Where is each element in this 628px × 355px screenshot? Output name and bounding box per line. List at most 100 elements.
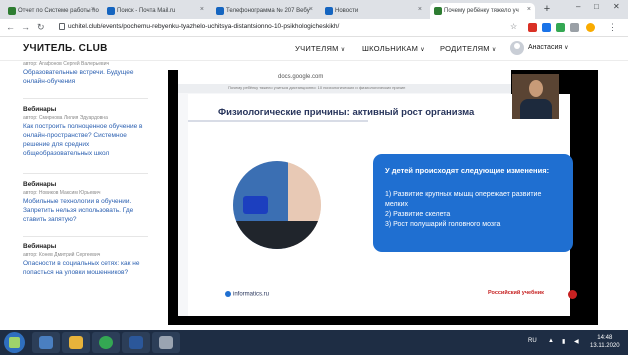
extension-icon[interactable] <box>570 23 579 32</box>
divider <box>23 236 148 237</box>
app-icon <box>159 336 173 349</box>
reload-icon[interactable]: ↻ <box>37 22 45 33</box>
new-tab-button[interactable]: + <box>541 3 553 15</box>
user-menu[interactable]: Анастасия ∨ <box>528 44 569 51</box>
list-item: Вебинары автор: Смирнова Лилия Эдуардовн… <box>23 106 153 158</box>
presentation-slide: Физиологические причины: активный рост о… <box>188 94 577 316</box>
tab-current[interactable]: Почему ребёнку тяжело уч × <box>430 3 535 19</box>
post-author: автор: Смирнова Лилия Эдуардовна <box>23 115 108 121</box>
info-box-list: 1) Развитие крупных мышц опережает разви… <box>385 190 565 230</box>
sheets-icon <box>8 7 16 15</box>
post-author: автор: Агафонов Сергей Валерьевич <box>23 61 110 67</box>
post-title-link[interactable]: Образовательные встречи. Будущее онлайн-… <box>23 68 153 86</box>
close-tab-icon[interactable]: × <box>91 6 95 13</box>
list-item: 1) Развитие крупных мышц опережает разви… <box>385 191 542 208</box>
logo-text: informatics.ru <box>233 291 270 298</box>
tab-label: Новости <box>335 8 359 14</box>
back-icon[interactable]: ← <box>6 22 15 32</box>
volume-icon[interactable]: ◀ <box>574 338 579 345</box>
extension-icon[interactable] <box>542 23 551 32</box>
mail-icon <box>216 7 224 15</box>
chevron-down-icon: ∨ <box>420 47 425 53</box>
shared-browser-bar: docs.google.com <box>178 70 511 84</box>
photo-part <box>233 221 321 249</box>
divider <box>23 98 148 99</box>
related-events-sidebar: автор: Агафонов Сергей Валерьевич Образо… <box>0 61 165 330</box>
tab-news[interactable]: Новости × <box>321 3 426 19</box>
list-item: Вебинары автор: Конев Дмитрий Сергеевич … <box>23 243 153 277</box>
presenter-webcam <box>512 74 559 119</box>
tray-arrow-icon[interactable]: ▲ <box>548 338 554 344</box>
close-window-icon[interactable]: ✕ <box>613 2 620 11</box>
clock-time: 14:48 <box>597 335 613 341</box>
menu-icon[interactable]: ⋮ <box>608 22 617 33</box>
post-category: Вебинары <box>23 181 57 188</box>
close-tab-icon[interactable]: × <box>527 6 531 13</box>
list-item: Вебинары автор: Новиков Максим Юрьевич М… <box>23 181 153 224</box>
tab-label: Телефонограмма № 207 Вебу <box>226 8 310 14</box>
chevron-down-icon: ∨ <box>564 45 569 51</box>
close-tab-icon[interactable]: × <box>418 6 422 13</box>
site-icon <box>434 7 442 15</box>
shared-domain: docs.google.com <box>278 74 324 80</box>
url-field[interactable]: uchitel.club/events/pochemu-rebyenku-tya… <box>68 23 339 30</box>
post-category: Вебинары <box>23 243 57 250</box>
clock-date: 13.11.2020 <box>590 343 620 349</box>
info-box-heading: У детей происходят следующие изменения: <box>385 166 550 175</box>
nav-label: УЧИТЕЛЯМ <box>295 44 339 53</box>
nav-label: ШКОЛЬНИКАМ <box>362 44 419 53</box>
nav-students[interactable]: ШКОЛЬНИКАМ ∨ <box>362 44 425 53</box>
folder-icon <box>69 336 83 349</box>
ie-icon <box>39 336 53 349</box>
close-tab-icon[interactable]: × <box>309 6 313 13</box>
browser-tab-bar: Отчет по Системе работы по × Поиск - Поч… <box>0 0 628 19</box>
nav-parents[interactable]: РОДИТЕЛЯМ ∨ <box>440 44 497 53</box>
star-icon[interactable]: ☆ <box>510 22 517 31</box>
avatar[interactable] <box>510 41 524 55</box>
slide-title: Физиологические причины: активный рост о… <box>218 107 475 118</box>
post-title-link[interactable]: Опасности в социальных сетях: как не поп… <box>23 259 153 277</box>
taskbar-app[interactable] <box>62 332 90 353</box>
minimize-icon[interactable]: – <box>576 2 580 11</box>
post-title-link[interactable]: Мобильные технологии в обучении. Запрети… <box>23 197 153 224</box>
informatics-logo: informatics.ru <box>225 291 269 298</box>
chevron-down-icon: ∨ <box>340 47 346 53</box>
shared-doc-bar: Почему ребёнку тяжело учиться дистанцион… <box>178 84 511 93</box>
tab-report[interactable]: Отчет по Системе работы по × <box>4 3 99 19</box>
title-underline <box>188 120 368 122</box>
nav-teachers[interactable]: УЧИТЕЛЯМ ∨ <box>295 44 345 53</box>
list-item: 3) Рост полушарий головного мозга <box>385 221 501 228</box>
system-clock[interactable]: 14:48 13.11.2020 <box>590 334 620 350</box>
taskbar-app[interactable] <box>92 332 120 353</box>
post-author: автор: Новиков Максим Юрьевич <box>23 190 101 196</box>
address-bar: ← → ↻ uchitel.club/events/pochemu-rebyen… <box>0 19 628 37</box>
chrome-icon <box>99 336 113 349</box>
windows-taskbar: RU ▲ ▮ ◀ 14:48 13.11.2020 <box>0 330 628 355</box>
network-icon[interactable]: ▮ <box>562 338 565 345</box>
close-tab-icon[interactable]: × <box>200 6 204 13</box>
list-item: 2) Развитие скелета <box>385 211 451 218</box>
word-icon <box>129 336 143 349</box>
extension-icon[interactable] <box>556 23 565 32</box>
extension-icon[interactable] <box>528 23 537 32</box>
forward-icon[interactable]: → <box>21 22 30 32</box>
site-header: УЧИТЕЛЬ. CLUB УЧИТЕЛЯМ ∨ ШКОЛЬНИКАМ ∨ РОДИ… <box>0 37 628 61</box>
shared-doc-title: Почему ребёнку тяжело учиться дистанцион… <box>228 85 406 90</box>
maximize-icon[interactable]: □ <box>594 2 599 11</box>
start-button[interactable] <box>4 332 25 353</box>
post-category: Вебинары <box>23 106 57 113</box>
user-name: Анастасия <box>528 44 563 51</box>
post-author: автор: Конев Дмитрий Сергеевич <box>23 252 101 258</box>
tab-telephonogram[interactable]: Телефонограмма № 207 Вебу × <box>212 3 317 19</box>
taskbar-app[interactable] <box>152 332 180 353</box>
site-logo[interactable]: УЧИТЕЛЬ. CLUB <box>23 43 108 54</box>
language-indicator[interactable]: RU <box>528 338 537 344</box>
tab-label: Поиск - Почта Mail.ru <box>117 8 176 14</box>
tab-mail[interactable]: Поиск - Почта Mail.ru × <box>103 3 208 19</box>
divider <box>23 173 148 174</box>
taskbar-app[interactable] <box>32 332 60 353</box>
profile-icon[interactable] <box>586 23 595 32</box>
chevron-down-icon: ∨ <box>491 47 497 53</box>
taskbar-app[interactable] <box>122 332 150 353</box>
post-title-link[interactable]: Как построить полноценное обучение в онл… <box>23 122 153 158</box>
